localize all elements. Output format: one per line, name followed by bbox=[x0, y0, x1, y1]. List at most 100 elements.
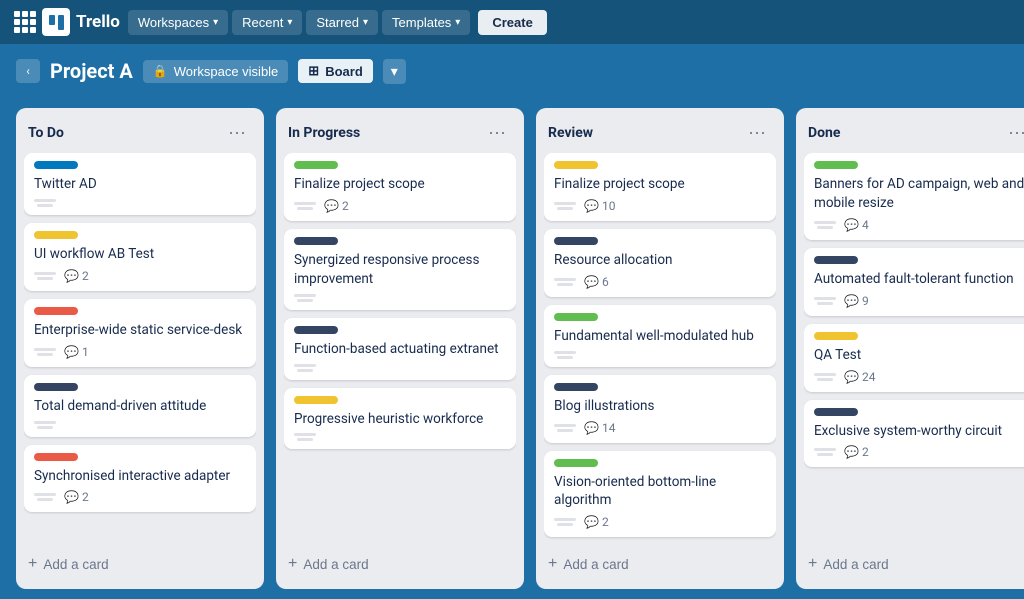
column-done: Done···Banners for AD campaign, web and … bbox=[796, 108, 1024, 589]
card-meta: 💬2 bbox=[34, 269, 246, 283]
card[interactable]: Function-based actuating extranet bbox=[284, 318, 516, 380]
card-label bbox=[294, 161, 338, 169]
view-more-button[interactable]: ▾ bbox=[383, 59, 406, 84]
card-label bbox=[554, 459, 598, 467]
grid-menu-icon[interactable] bbox=[12, 9, 38, 35]
card-lines-icon bbox=[294, 202, 316, 210]
column-review: Review···Finalize project scope 💬10 Resou… bbox=[536, 108, 784, 589]
card[interactable]: QA Test 💬24 bbox=[804, 324, 1024, 392]
card-comments: 💬2 bbox=[324, 199, 349, 213]
card[interactable]: Banners for AD campaign, web and mobile … bbox=[804, 153, 1024, 240]
card-title: Synergized responsive process improvemen… bbox=[294, 251, 506, 289]
board-content: To Do ··· Twitter AD UI workflow AB Test 💬… bbox=[0, 98, 1024, 599]
add-card-button[interactable]: +Add a card bbox=[804, 549, 1024, 579]
card-title: UI workflow AB Test bbox=[34, 245, 246, 264]
column-menu-button[interactable]: ··· bbox=[1002, 120, 1024, 145]
card-title: Twitter AD bbox=[34, 175, 246, 194]
card[interactable]: Finalize project scope 💬2 bbox=[284, 153, 516, 221]
card-meta bbox=[294, 364, 506, 372]
card-lines-icon bbox=[294, 294, 316, 302]
card-lines-icon bbox=[34, 493, 56, 501]
card-lines-icon bbox=[34, 272, 56, 280]
card[interactable]: Blog illustrations 💬14 bbox=[544, 375, 776, 443]
card[interactable]: Exclusive system-worthy circuit 💬2 bbox=[804, 400, 1024, 468]
add-card-button[interactable]: +Add a card bbox=[544, 549, 776, 579]
card-comments: 💬14 bbox=[584, 421, 615, 435]
card-title: Function-based actuating extranet bbox=[294, 340, 506, 359]
add-card-button[interactable]: + Add a card bbox=[24, 549, 256, 579]
comment-icon: 💬 bbox=[64, 490, 79, 504]
board-title: Project A bbox=[50, 59, 133, 83]
card[interactable]: UI workflow AB Test 💬2 bbox=[24, 223, 256, 291]
card-comments: 💬2 bbox=[64, 490, 89, 504]
card-meta: 💬9 bbox=[814, 294, 1024, 308]
card-lines-icon bbox=[294, 433, 316, 441]
lock-icon: 🔒 bbox=[153, 64, 168, 78]
card-meta: 💬2 bbox=[814, 445, 1024, 459]
add-card-label: Add a card bbox=[563, 557, 628, 572]
card-label bbox=[34, 231, 78, 239]
card-title: Progressive heuristic workforce bbox=[294, 410, 506, 429]
add-card-button[interactable]: + Add a card bbox=[284, 549, 516, 579]
workspace-visible-button[interactable]: 🔒 Workspace visible bbox=[143, 60, 288, 83]
plus-icon: + bbox=[28, 555, 37, 573]
card-comments: 💬4 bbox=[844, 218, 869, 232]
workspaces-button[interactable]: Workspaces ▾ bbox=[128, 10, 228, 35]
card-meta: 💬24 bbox=[814, 370, 1024, 384]
card-lines-icon bbox=[34, 421, 56, 429]
card[interactable]: Automated fault-tolerant function 💬9 bbox=[804, 248, 1024, 316]
plus-icon: + bbox=[288, 555, 297, 573]
sidebar-toggle-button[interactable]: ‹ bbox=[16, 59, 40, 83]
card-comments: 💬24 bbox=[844, 370, 875, 384]
card[interactable]: Synergized responsive process improvemen… bbox=[284, 229, 516, 310]
comment-count: 2 bbox=[602, 515, 609, 529]
card-title: Synchronised interactive adapter bbox=[34, 467, 246, 486]
column-menu-button[interactable]: ··· bbox=[222, 120, 252, 145]
chevron-down-icon: ▾ bbox=[287, 17, 292, 28]
comment-icon: 💬 bbox=[584, 515, 599, 529]
comment-count: 9 bbox=[862, 294, 869, 308]
card[interactable]: Finalize project scope 💬10 bbox=[544, 153, 776, 221]
board-view-button[interactable]: ⊞ Board bbox=[298, 59, 372, 83]
card-meta: 💬6 bbox=[554, 275, 766, 289]
column-title: To Do bbox=[28, 125, 64, 141]
card[interactable]: Enterprise-wide static service-desk 💬1 bbox=[24, 299, 256, 367]
card[interactable]: Fundamental well-modulated hub bbox=[544, 305, 776, 367]
column-menu-button[interactable]: ··· bbox=[482, 120, 512, 145]
comment-icon: 💬 bbox=[844, 218, 859, 232]
comment-icon: 💬 bbox=[584, 421, 599, 435]
trello-logo[interactable]: Trello bbox=[42, 8, 120, 36]
card-title: QA Test bbox=[814, 346, 1024, 365]
card-lines-icon bbox=[554, 424, 576, 432]
cards-container: Banners for AD campaign, web and mobile … bbox=[804, 153, 1024, 545]
card[interactable]: Vision-oriented bottom-line algorithm 💬2 bbox=[544, 451, 776, 538]
create-button[interactable]: Create bbox=[478, 10, 546, 35]
card[interactable]: Progressive heuristic workforce bbox=[284, 388, 516, 450]
column-header: To Do ··· bbox=[24, 118, 256, 153]
card[interactable]: Resource allocation 💬6 bbox=[544, 229, 776, 297]
card-lines-icon bbox=[814, 448, 836, 456]
templates-button[interactable]: Templates ▾ bbox=[382, 10, 470, 35]
add-card-label: Add a card bbox=[303, 557, 368, 572]
chevron-down-icon: ▾ bbox=[213, 17, 218, 28]
card-title: Finalize project scope bbox=[294, 175, 506, 194]
card-meta bbox=[34, 199, 246, 207]
starred-button[interactable]: Starred ▾ bbox=[306, 10, 378, 35]
card[interactable]: Total demand-driven attitude bbox=[24, 375, 256, 437]
comment-icon: 💬 bbox=[64, 269, 79, 283]
column-menu-button[interactable]: ··· bbox=[742, 120, 772, 145]
trello-logo-icon bbox=[42, 8, 70, 36]
card-title: Automated fault-tolerant function bbox=[814, 270, 1024, 289]
card-title: Vision-oriented bottom-line algorithm bbox=[554, 473, 766, 511]
card-label bbox=[554, 161, 598, 169]
recent-button[interactable]: Recent ▾ bbox=[232, 10, 302, 35]
card[interactable]: Twitter AD bbox=[24, 153, 256, 215]
card-lines-icon bbox=[294, 364, 316, 372]
column-header: Review··· bbox=[544, 118, 776, 153]
comment-icon: 💬 bbox=[64, 345, 79, 359]
add-card-label: Add a card bbox=[43, 557, 108, 572]
card-label bbox=[34, 453, 78, 461]
comment-count: 1 bbox=[82, 345, 89, 359]
comment-count: 24 bbox=[862, 370, 876, 384]
card[interactable]: Synchronised interactive adapter 💬2 bbox=[24, 445, 256, 513]
